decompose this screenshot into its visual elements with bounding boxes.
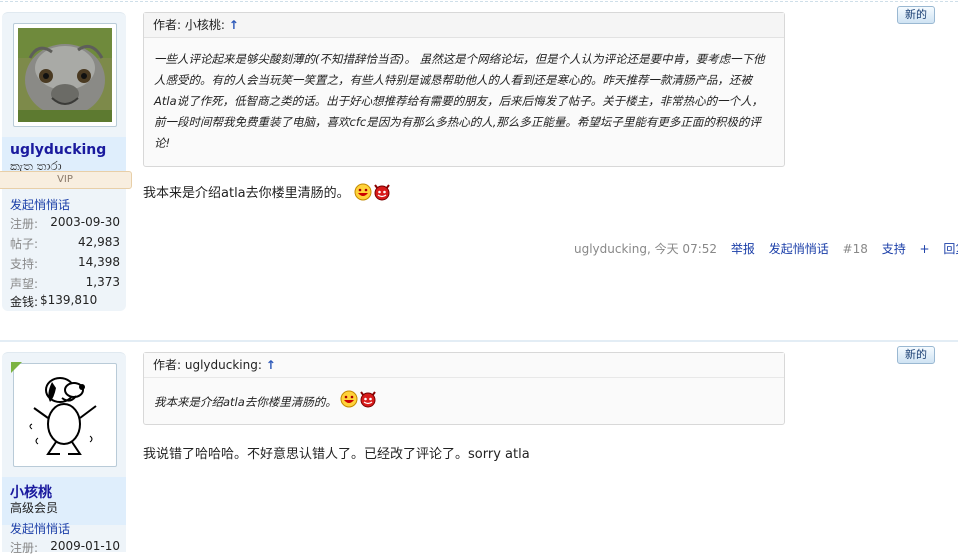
post-message: 我本来是介绍atla去你楼里清肠的。: [143, 182, 392, 205]
post-19: 小核桃 高级会员 发起悄悄话 注册: 2009-01-10 新的 作者: ugl…: [0, 340, 958, 555]
quote-author: 作者: 小核桃:: [153, 18, 225, 32]
send-private-message-link[interactable]: 发起悄悄话: [10, 520, 70, 537]
support-link[interactable]: 支持: [882, 242, 906, 256]
post-divider: [0, 1, 958, 2]
user-sidebar: uglyducking කැත තාරා VIP 发起悄悄话 注册: 2003-…: [0, 12, 132, 311]
jump-to-quote-icon[interactable]: ↑: [266, 358, 276, 372]
report-link[interactable]: 举报: [731, 242, 755, 256]
stat-value: 14,398: [78, 255, 120, 269]
username-link[interactable]: uglyducking: [10, 142, 106, 158]
username-box: 小核桃 高级会员: [2, 477, 126, 525]
avatar[interactable]: [13, 23, 117, 127]
stat-value: 1,373: [85, 275, 120, 289]
stat-registered: 注册: 2003-09-30: [10, 215, 120, 233]
stat-label: 帖子:: [10, 237, 39, 251]
laughing-emoticon-icon: [354, 183, 372, 205]
stat-label: 注册:: [10, 541, 39, 555]
post-18: uglyducking කැත තාරා VIP 发起悄悄话 注册: 2003-…: [0, 0, 958, 330]
stat-label: 支持:: [10, 257, 39, 271]
send-private-message-link[interactable]: 发起悄悄话: [10, 196, 70, 213]
quote-header: 作者: uglyducking: ↑: [144, 353, 784, 378]
quote-text-content: 我本来是介绍atla去你楼里清肠的。: [154, 395, 337, 409]
post-divider: [0, 340, 958, 342]
quote-text: 我本来是介绍atla去你楼里清肠的。: [154, 390, 774, 415]
stat-label: 注册:: [10, 217, 39, 231]
stat-label: 金钱:: [10, 295, 39, 309]
vip-badge: VIP: [0, 171, 132, 189]
new-badge: 新的: [897, 6, 935, 24]
stat-posts: 帖子: 42,983: [10, 235, 120, 253]
jump-to-quote-icon[interactable]: ↑: [229, 18, 239, 32]
devil-emoticon-icon: [358, 390, 378, 415]
snoopy-avatar-icon: [18, 368, 112, 462]
plus-link[interactable]: +: [920, 242, 930, 256]
post-footer: uglyducking, 今天 07:52 举报 发起悄悄话 #18 支持 + …: [574, 240, 958, 257]
avatar[interactable]: [13, 363, 117, 467]
user-subtitle: 高级会员: [10, 501, 59, 515]
quote-text: 一些人评论起来是够尖酸刻薄的(不知措辞恰当否)。 虽然这是个网络论坛，但是个人认…: [154, 52, 765, 150]
stat-value: $139,810: [40, 293, 98, 307]
stat-label: 声望:: [10, 277, 39, 291]
quote-block: 作者: uglyducking: ↑ 我本来是介绍atla去你楼里清肠的。: [143, 352, 785, 425]
laughing-emoticon-icon: [340, 390, 358, 415]
stat-money: 金钱: $139,810: [10, 293, 120, 311]
quote-block: 作者: 小核桃: ↑ 一些人评论起来是够尖酸刻薄的(不知措辞恰当否)。 虽然这是…: [143, 12, 785, 167]
quote-author: 作者: uglyducking:: [153, 358, 262, 372]
post-message: 我说错了哈哈哈。不好意思认错人了。已经改了评论了。sorry atla: [143, 447, 530, 462]
send-private-message-link[interactable]: 发起悄悄话: [769, 242, 829, 256]
stat-support: 支持: 14,398: [10, 255, 120, 273]
new-badge: 新的: [897, 346, 935, 364]
floor-number-link[interactable]: #18: [843, 242, 868, 256]
stat-value: 42,983: [78, 235, 120, 249]
stat-value: 2003-09-30: [50, 215, 120, 229]
message-text: 我本来是介绍atla去你楼里清肠的。: [143, 186, 350, 201]
reply-link[interactable]: 回复: [943, 242, 958, 256]
user-sidebar: 小核桃 高级会员 发起悄悄话 注册: 2009-01-10: [2, 352, 126, 555]
ostrich-avatar-icon: [18, 28, 112, 122]
quote-header: 作者: 小核桃: ↑: [144, 13, 784, 38]
online-indicator-icon: [11, 362, 22, 373]
stat-registered: 注册: 2009-01-10: [10, 539, 120, 557]
post-author-time: uglyducking, 今天 07:52: [574, 242, 718, 256]
devil-emoticon-icon: [372, 183, 392, 205]
stat-reputation: 声望: 1,373: [10, 275, 120, 293]
